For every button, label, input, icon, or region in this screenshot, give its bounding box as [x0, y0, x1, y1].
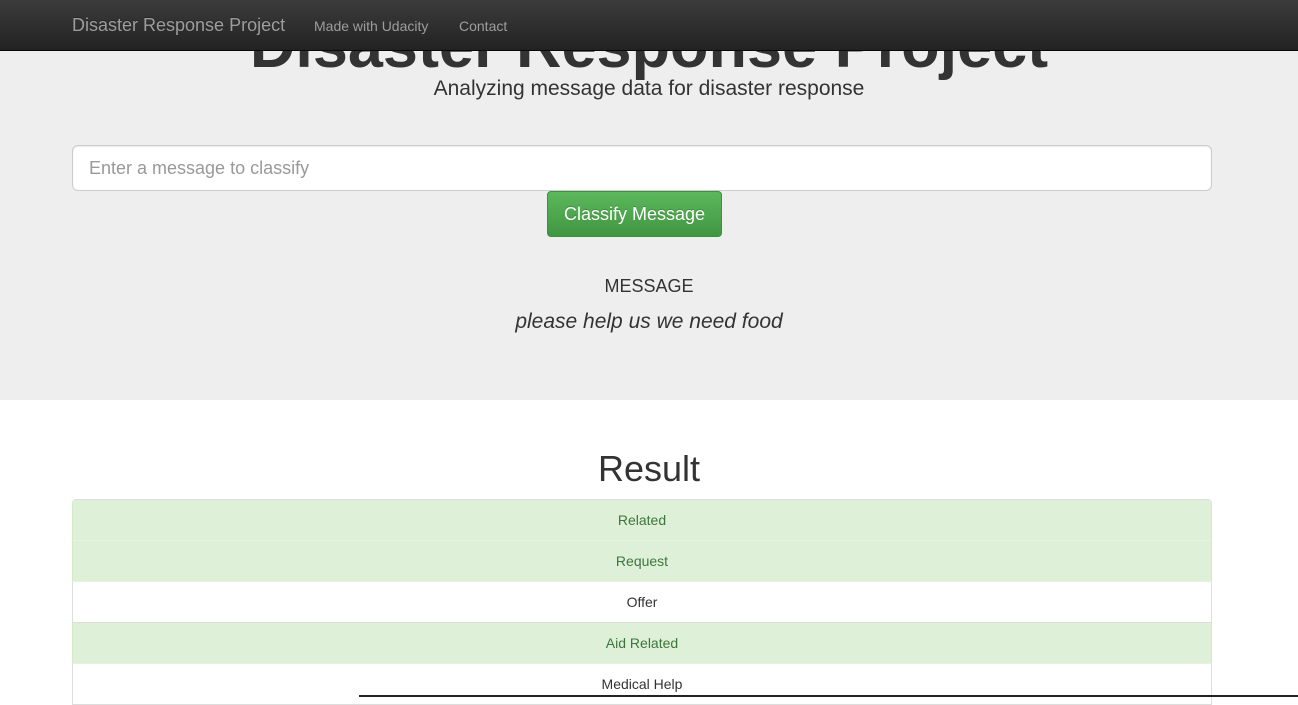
nav-link-contact[interactable]: Contact [459, 18, 507, 34]
result-item-request: Request [72, 541, 1212, 582]
result-item-related: Related [72, 500, 1212, 541]
jumbotron: Disaster Response Project Analyzing mess… [0, 0, 1298, 400]
nav-link-udacity[interactable]: Made with Udacity [314, 18, 428, 34]
page-subtitle: Analyzing message data for disaster resp… [433, 77, 865, 100]
classify-message-button[interactable]: Classify Message [547, 191, 722, 237]
result-item-aid-related: Aid Related [72, 623, 1212, 664]
navbar-brand[interactable]: Disaster Response Project [72, 15, 285, 35]
message-input[interactable] [72, 145, 1212, 191]
navbar: Disaster Response Project Made with Udac… [0, 0, 1298, 51]
result-heading: Result [597, 448, 701, 489]
classified-message-text: please help us we need food [515, 310, 783, 333]
message-heading: MESSAGE [604, 276, 694, 296]
result-item-medical-help: Medical Help [72, 664, 1212, 705]
result-item-offer: Offer [72, 582, 1212, 623]
result-list: Related Request Offer Aid Related Medica… [72, 499, 1212, 705]
